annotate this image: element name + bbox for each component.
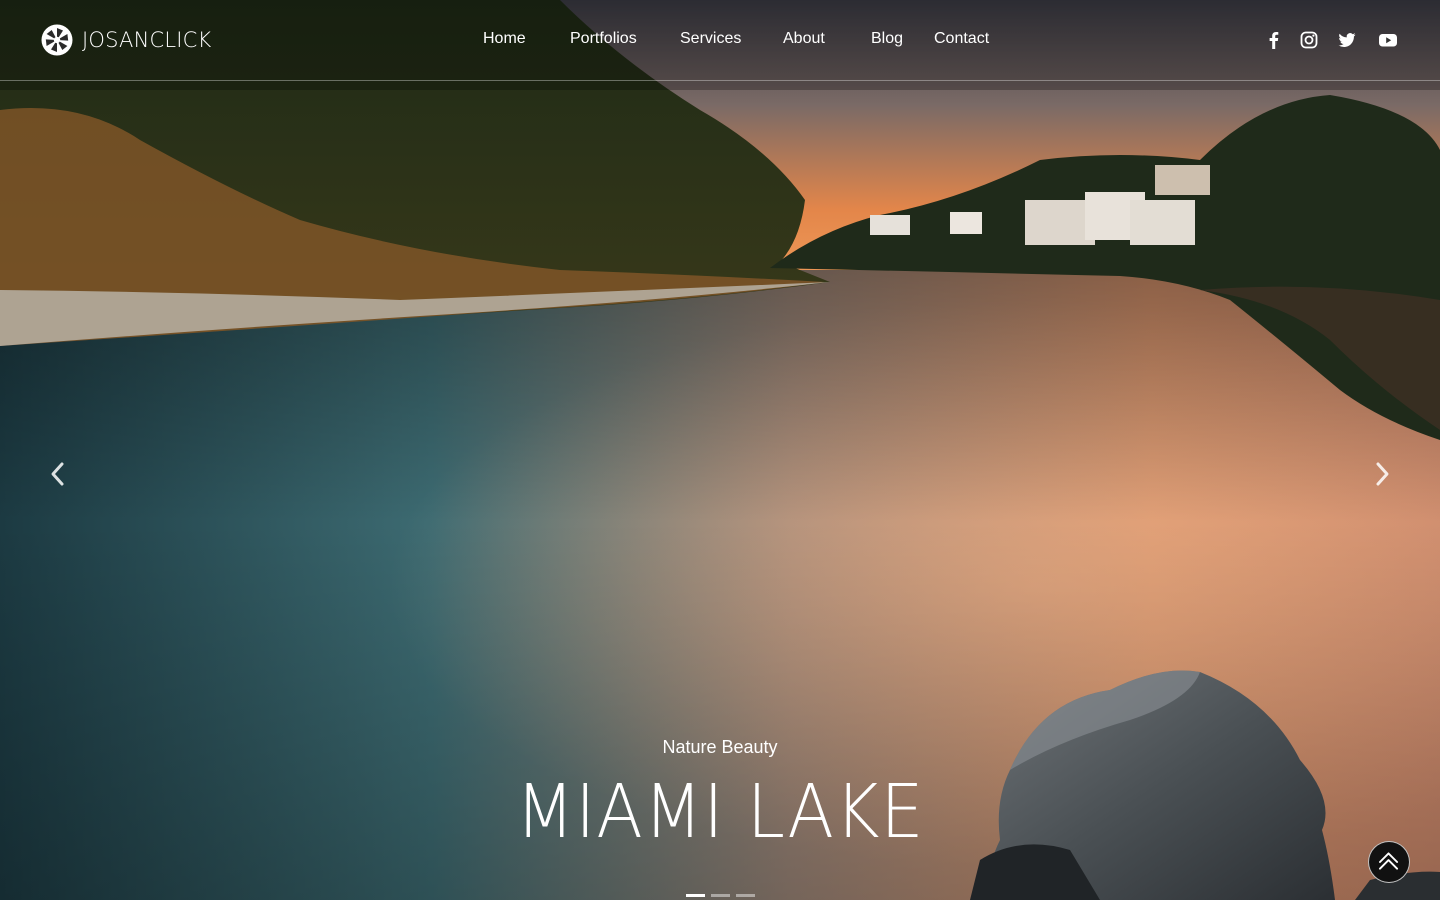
facebook-icon[interactable] [1264,30,1284,50]
nav-item-blog[interactable]: Blog [871,29,903,49]
youtube-icon[interactable] [1378,30,1398,50]
slide-indicator-1[interactable] [686,894,705,897]
chevron-right-icon [1376,462,1389,486]
nav-item-services[interactable]: Services [680,29,741,49]
slide-title: MIAMI LAKE [515,769,925,855]
camera-shutter-icon [41,24,73,56]
slide-subtitle: Nature Beauty [662,737,778,757]
hero-background-image [0,0,1440,900]
slider-next-button[interactable] [1368,460,1396,488]
nav-item-portfolios[interactable]: Portfolios [570,29,637,49]
slide-indicator-3[interactable] [736,894,755,897]
brand-logo[interactable]: JOSANCLICK [41,24,212,56]
slider-prev-button[interactable] [44,460,72,488]
back-to-top-button[interactable] [1368,841,1410,883]
double-chevron-up-icon [1378,852,1399,870]
nav-item-home[interactable]: Home [483,29,526,49]
nav-item-about[interactable]: About [783,29,825,49]
twitter-icon[interactable] [1337,30,1357,50]
brand-name: JOSANCLICK [82,28,212,52]
hero-slider: JOSANCLICK Home Portfolios Services Abou… [0,0,1440,900]
instagram-icon[interactable] [1299,30,1319,50]
slide-indicator-2[interactable] [711,894,730,897]
chevron-left-icon [51,462,64,486]
site-header: JOSANCLICK Home Portfolios Services Abou… [0,0,1440,81]
nav-item-contact[interactable]: Contact [934,29,989,49]
